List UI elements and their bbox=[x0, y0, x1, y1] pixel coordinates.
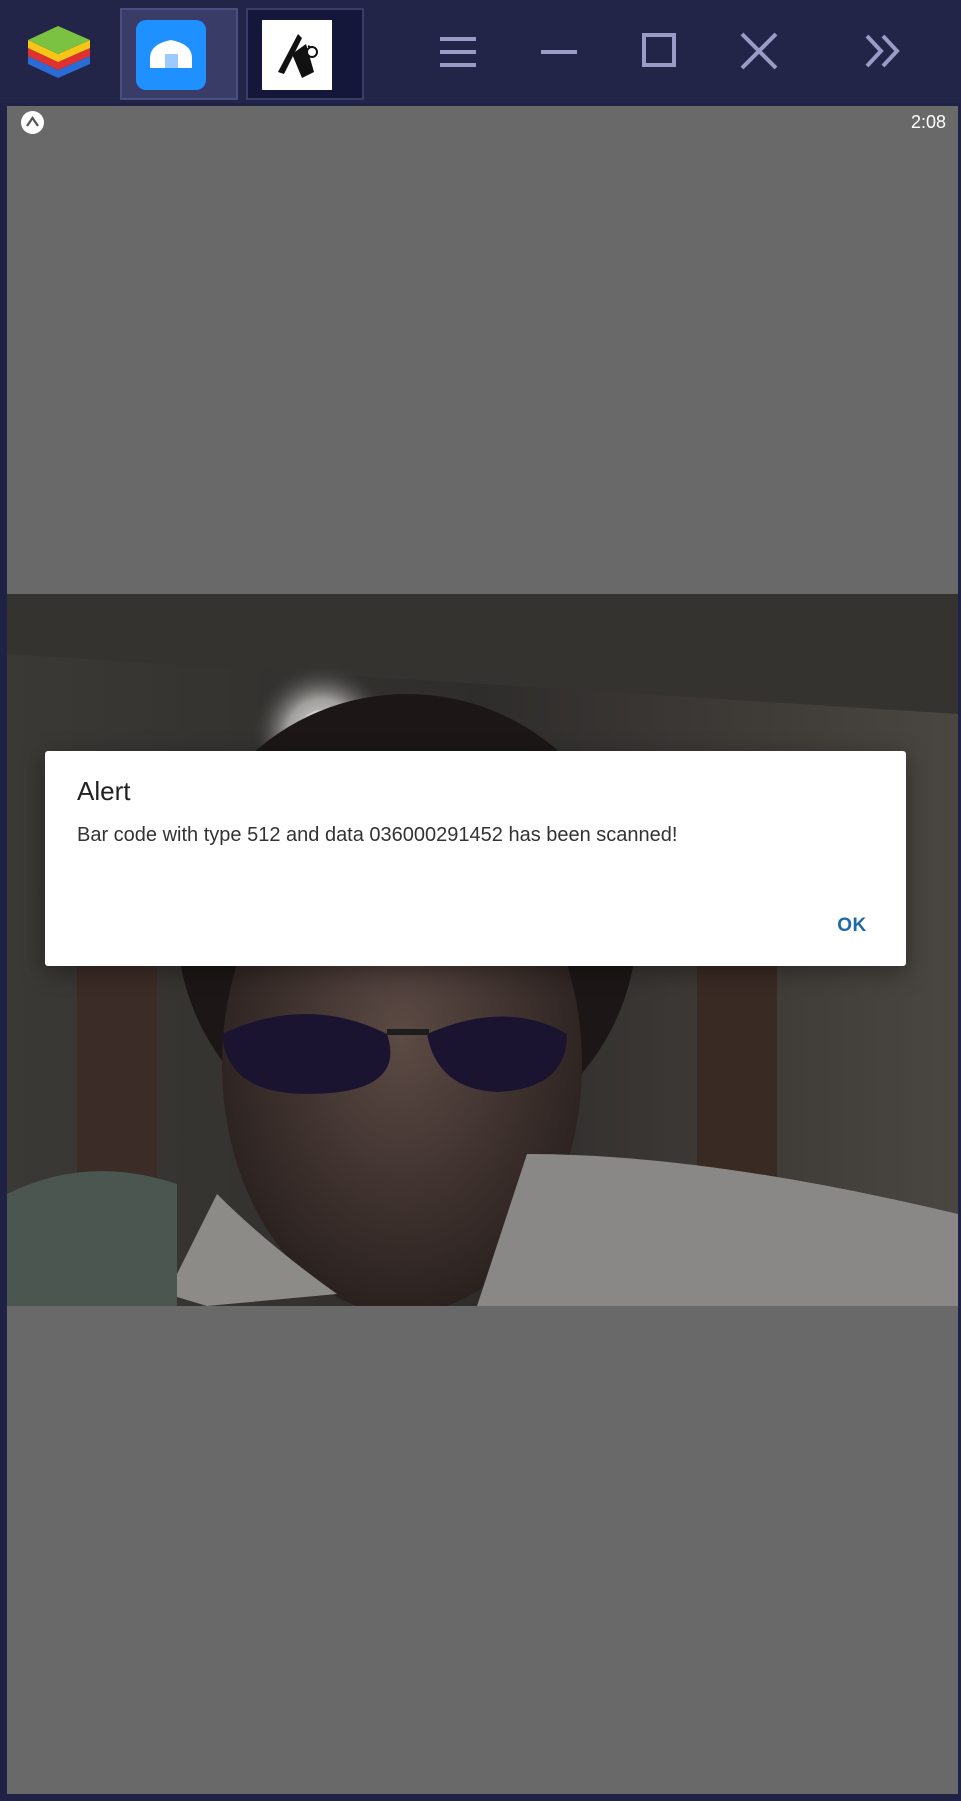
alert-title: Alert bbox=[77, 776, 131, 806]
emulator-window: 2:08 Alert Bar code with type 512 and da… bbox=[0, 0, 961, 1801]
expand-sidebar-icon[interactable] bbox=[853, 22, 913, 82]
app-tab[interactable] bbox=[246, 8, 364, 100]
alert-dialog: Alert Bar code with type 512 and data 03… bbox=[45, 751, 906, 966]
maximize-icon[interactable] bbox=[629, 22, 689, 82]
close-icon[interactable] bbox=[729, 22, 789, 82]
bluestacks-logo-icon[interactable] bbox=[20, 18, 98, 86]
minimize-icon[interactable] bbox=[529, 22, 589, 82]
emulator-titlebar bbox=[0, 0, 961, 103]
menu-icon[interactable] bbox=[428, 22, 488, 82]
alert-message: Bar code with type 512 and data 03600029… bbox=[77, 824, 678, 846]
home-tab[interactable] bbox=[120, 8, 238, 100]
alert-ok-button[interactable]: OK bbox=[822, 906, 882, 946]
home-icon bbox=[136, 20, 206, 90]
expo-app-icon bbox=[262, 20, 332, 90]
